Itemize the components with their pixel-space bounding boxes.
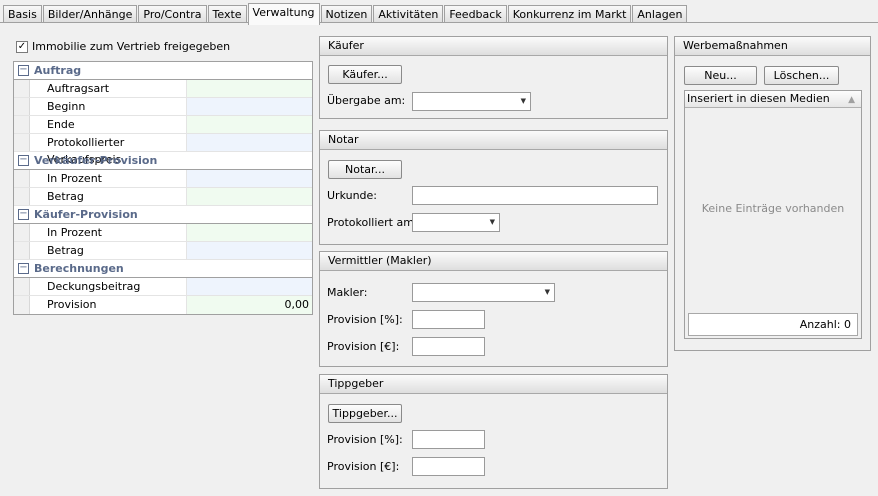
kaeufer-panel: Käufer Käufer... Übergabe am: ▼ xyxy=(319,36,668,119)
dropdown-arrow-icon: ▼ xyxy=(520,97,526,105)
verkaeufer-prozent-value[interactable] xyxy=(187,170,312,187)
entry-count: Anzahl: 0 xyxy=(688,313,858,336)
provision-pct-label: Provision [%]: xyxy=(327,313,403,326)
provision-pct-label: Provision [%]: xyxy=(327,433,403,446)
uebergabe-label: Übergabe am: xyxy=(327,94,406,107)
category-title: Verkäufer-Provision xyxy=(34,154,158,167)
vertrieb-freigegeben-checkbox[interactable]: ✓ xyxy=(16,40,28,53)
row-indent xyxy=(14,242,30,259)
ende-value[interactable] xyxy=(187,116,312,133)
row-indent xyxy=(14,116,30,133)
collapse-icon[interactable]: − xyxy=(18,65,29,76)
row-indent xyxy=(14,80,30,97)
protokolliert-date-picker[interactable]: ▼ xyxy=(412,213,500,232)
vermittler-panel-title: Vermittler (Makler) xyxy=(320,252,667,271)
vertrieb-freigegeben-row: ✓ Immobilie zum Vertrieb freigegeben xyxy=(16,40,230,53)
protokolliert-label: Protokolliert am: xyxy=(327,216,418,229)
grid-row-kaeufer-prozent: In Prozent xyxy=(14,224,312,242)
empty-list-message: Keine Einträge vorhanden xyxy=(701,202,845,215)
dropdown-arrow-icon: ▼ xyxy=(489,218,495,226)
property-grid: − Auftrag Auftragsart Beginn Ende Protoko… xyxy=(13,61,313,315)
collapse-icon[interactable]: − xyxy=(18,155,29,166)
kaeufer-panel-title: Käufer xyxy=(320,37,667,56)
provision-eur-label: Provision [€]: xyxy=(327,340,400,353)
row-label: Betrag xyxy=(30,188,187,205)
werbemassnahmen-panel-title: Werbemaßnahmen xyxy=(675,37,870,56)
row-label: Beginn xyxy=(30,98,187,115)
grid-row-auftragsart: Auftragsart xyxy=(14,80,312,98)
tippgeber-provision-pct-input[interactable] xyxy=(412,430,485,449)
row-indent xyxy=(14,278,30,295)
tippgeber-panel: Tippgeber Tippgeber... Provision [%]: Pr… xyxy=(319,374,668,489)
makler-label: Makler: xyxy=(327,286,368,299)
verkaufspreis-value[interactable] xyxy=(187,134,312,151)
grid-row-verkaeufer-prozent: In Prozent xyxy=(14,170,312,188)
new-button[interactable]: Neu... xyxy=(684,66,757,85)
grid-row-verkaeufer-betrag: Betrag xyxy=(14,188,312,206)
category-title: Auftrag xyxy=(34,64,82,77)
row-indent xyxy=(14,296,30,314)
kaeufer-select-button[interactable]: Käufer... xyxy=(328,65,402,84)
grid-row-verkaufspreis: Protokollierter Verkaufspreis xyxy=(14,134,312,166)
verkaeufer-betrag-value[interactable] xyxy=(187,188,312,205)
category-kaeufer-provision[interactable]: − Käufer-Provision xyxy=(14,206,312,224)
category-title: Käufer-Provision xyxy=(34,208,138,221)
grid-row-beginn: Beginn xyxy=(14,98,312,116)
urkunde-input[interactable] xyxy=(412,186,658,205)
provision-eur-label: Provision [€]: xyxy=(327,460,400,473)
row-label: In Prozent xyxy=(30,170,187,187)
auftragsart-value[interactable] xyxy=(187,80,312,97)
collapse-icon[interactable]: − xyxy=(18,263,29,274)
provision-value[interactable]: 0,00 xyxy=(187,296,312,314)
makler-provision-eur-input[interactable] xyxy=(412,337,485,356)
makler-provision-pct-input[interactable] xyxy=(412,310,485,329)
uebergabe-date-picker[interactable]: ▼ xyxy=(412,92,531,111)
category-auftrag[interactable]: − Auftrag xyxy=(14,62,312,80)
tippgeber-select-button[interactable]: Tippgeber... xyxy=(328,404,402,423)
medien-list[interactable]: Inseriert in diesen Medien ▲ Keine Einträ… xyxy=(684,90,862,339)
row-indent xyxy=(14,224,30,241)
row-indent xyxy=(14,134,30,151)
row-label: Betrag xyxy=(30,242,187,259)
dropdown-arrow-icon: ▼ xyxy=(544,288,550,296)
category-title: Berechnungen xyxy=(34,262,124,275)
row-label: Auftragsart xyxy=(30,80,187,97)
grid-row-provision: Provision 0,00 xyxy=(14,296,312,314)
delete-button[interactable]: Löschen... xyxy=(764,66,839,85)
row-label: Provision xyxy=(30,296,187,314)
urkunde-label: Urkunde: xyxy=(327,189,378,202)
row-label: In Prozent xyxy=(30,224,187,241)
notar-panel: Notar Notar... Urkunde: Protokolliert am… xyxy=(319,130,668,245)
row-label: Protokollierter Verkaufspreis xyxy=(30,134,187,166)
tippgeber-panel-title: Tippgeber xyxy=(320,375,667,394)
medien-column-header[interactable]: Inseriert in diesen Medien ▲ xyxy=(685,91,861,108)
werbemassnahmen-panel: Werbemaßnahmen Neu... Löschen... Inserie… xyxy=(674,36,871,351)
column-header-label: Inseriert in diesen Medien xyxy=(687,92,830,105)
collapse-icon[interactable]: − xyxy=(18,209,29,220)
kaeufer-betrag-value[interactable] xyxy=(187,242,312,259)
tippgeber-provision-eur-input[interactable] xyxy=(412,457,485,476)
deckungsbeitrag-value[interactable] xyxy=(187,278,312,295)
grid-row-kaeufer-betrag: Betrag xyxy=(14,242,312,260)
row-indent xyxy=(14,188,30,205)
makler-dropdown[interactable]: ▼ xyxy=(412,283,555,302)
row-indent xyxy=(14,170,30,187)
kaeufer-prozent-value[interactable] xyxy=(187,224,312,241)
row-label: Ende xyxy=(30,116,187,133)
sort-ascending-icon: ▲ xyxy=(848,95,855,105)
vertrieb-freigegeben-label: Immobilie zum Vertrieb freigegeben xyxy=(32,40,231,53)
tab-strip: Basis Bilder/Anhänge Pro/Contra Texte Ve… xyxy=(3,3,688,25)
row-indent xyxy=(14,98,30,115)
vermittler-panel: Vermittler (Makler) Makler: ▼ Provision … xyxy=(319,251,668,367)
notar-select-button[interactable]: Notar... xyxy=(328,160,402,179)
grid-row-ende: Ende xyxy=(14,116,312,134)
grid-row-deckungsbeitrag: Deckungsbeitrag xyxy=(14,278,312,296)
row-label: Deckungsbeitrag xyxy=(30,278,187,295)
tab-verwaltung[interactable]: Verwaltung xyxy=(247,3,320,25)
notar-panel-title: Notar xyxy=(320,131,667,150)
tab-content-verwaltung: ✓ Immobilie zum Vertrieb freigegeben − Au… xyxy=(0,23,878,496)
category-berechnungen[interactable]: − Berechnungen xyxy=(14,260,312,278)
beginn-value[interactable] xyxy=(187,98,312,115)
